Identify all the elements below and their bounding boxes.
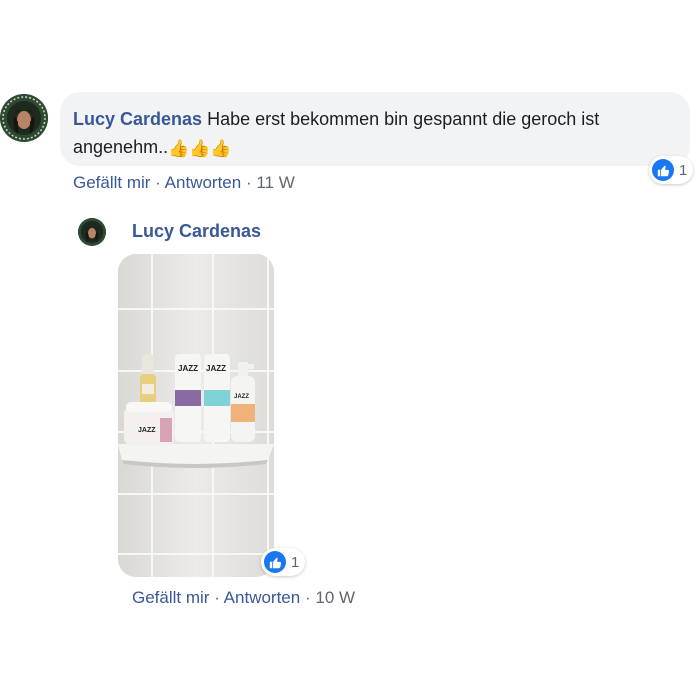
thumbs-up-emoji: 👍👍👍 <box>168 139 232 158</box>
photo-reaction-count: 1 <box>291 553 300 571</box>
separator: · <box>155 173 161 192</box>
reply-link[interactable]: Antworten <box>224 588 301 607</box>
reply-timestamp[interactable]: 10 W <box>315 588 355 607</box>
reply-link[interactable]: Antworten <box>165 173 242 192</box>
reply-photo[interactable]: JAZZ JAZZ JAZZ JAZZ <box>118 254 274 577</box>
comment-actions: Gefällt mir · Antworten · 11 W <box>73 173 295 193</box>
photo-brand-tube1: JAZZ <box>178 364 198 373</box>
separator: · <box>245 173 252 192</box>
like-icon <box>264 551 286 573</box>
comment-bubble: Lucy Cardenas Habe erst bekommen bin ges… <box>60 92 690 166</box>
like-link[interactable]: Gefällt mir <box>132 588 209 607</box>
comment-timestamp[interactable]: 11 W <box>256 173 294 192</box>
like-icon <box>652 159 674 181</box>
commenter-avatar[interactable] <box>0 94 48 142</box>
separator: · <box>214 588 220 607</box>
photo-brand-tube2: JAZZ <box>206 364 226 373</box>
separator: · <box>304 588 311 607</box>
photo-reaction-badge[interactable]: 1 <box>261 548 306 576</box>
reply-actions: Gefällt mir · Antworten · 10 W <box>132 588 355 608</box>
comment-author[interactable]: Lucy Cardenas <box>73 109 202 129</box>
like-link[interactable]: Gefällt mir <box>73 173 150 192</box>
reply-author[interactable]: Lucy Cardenas <box>132 221 261 242</box>
reply-avatar[interactable] <box>78 218 106 246</box>
photo-brand-spray: JAZZ <box>234 394 249 400</box>
photo-brand-jar: JAZZ <box>138 427 156 434</box>
comment-reaction-count: 1 <box>679 161 688 179</box>
comment-reaction-badge[interactable]: 1 <box>649 156 694 184</box>
